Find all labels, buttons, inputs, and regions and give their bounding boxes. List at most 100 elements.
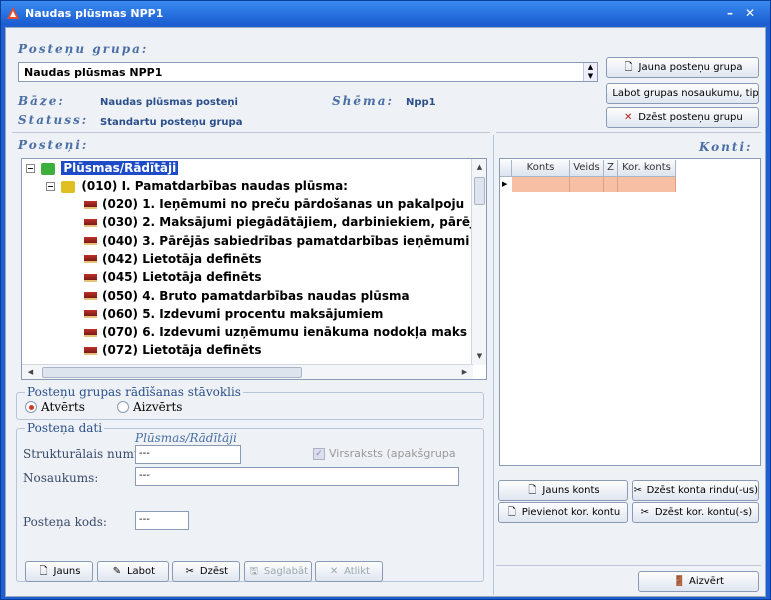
scroll-up-icon[interactable]: ▲ <box>473 161 486 174</box>
heading-checkbox[interactable]: ✓ Virsraksts (apakšgrupa <box>313 447 456 460</box>
status-label: Statuss: <box>18 113 89 127</box>
collapse-icon[interactable]: − <box>46 182 55 191</box>
code-field[interactable]: --- <box>135 511 189 530</box>
title-bar: Naudas plūsmas NPP1 – ✕ <box>1 1 770 25</box>
postings-tree[interactable]: − Plūsmas/Rādītāji − (010) I. Pamatdarbī… <box>21 158 487 380</box>
column-veids[interactable]: Veids <box>570 160 604 177</box>
new-account-button[interactable]: 🗋 Jauns konts <box>498 480 628 501</box>
schema-label: Shēma: <box>332 94 394 108</box>
save-disk-icon: 🖫 <box>249 565 259 577</box>
column-z[interactable]: Z <box>604 160 618 177</box>
tree-item-label: (060) 5. Izdevumi procentu maksājumiem <box>102 306 384 321</box>
scissors-icon: ✂ <box>633 484 642 496</box>
tree-item[interactable]: (040) 3. Pārējās sabiedrības pamatdarbīb… <box>84 232 469 250</box>
group-select-value: Naudas plūsmas NPP1 <box>24 66 163 79</box>
column-konts[interactable]: Konts <box>512 160 570 177</box>
tree-item[interactable]: (070) 6. Izdevumi uzņēmumu ienākuma nodo… <box>84 323 467 341</box>
edit-icon: ✎ <box>112 565 122 577</box>
scissors-icon: ✂ <box>185 565 195 577</box>
tree-item[interactable]: (020) 1. Ieņēmumi no preču pārdošanas un… <box>84 195 464 213</box>
delete-account-rows-label: Dzēst konta rindu(-us) <box>646 485 758 496</box>
tree-item[interactable]: (060) 5. Izdevumi procentu maksājumiem <box>84 305 383 323</box>
tree-item[interactable]: (030) 2. Maksājumi piegādātājiem, darbin… <box>84 213 474 231</box>
grid-cell[interactable] <box>618 177 676 192</box>
pencil-yellow-icon <box>61 180 76 193</box>
book-icon <box>84 237 97 246</box>
column-kor-konts[interactable]: Kor. konts <box>618 160 676 177</box>
scroll-left-icon[interactable]: ◀ <box>24 366 37 379</box>
delete-button[interactable]: ✂ Dzēst <box>172 561 240 582</box>
collapse-icon[interactable]: − <box>26 164 35 173</box>
delete-group-button[interactable]: ✕ Dzēst posteņu grupu <box>606 107 759 128</box>
close-button[interactable]: 🚪 Aizvērt <box>638 571 759 592</box>
display-state-title: Posteņu grupas rādīšanas stāvoklis <box>25 385 243 399</box>
schema-value: Npp1 <box>406 97 436 108</box>
tree-section[interactable]: − (010) I. Pamatdarbības naudas plūsma: <box>46 177 348 195</box>
save-button-label: Saglabāt <box>263 566 309 577</box>
delete-account-rows-button[interactable]: ✂ Dzēst konta rindu(-us) <box>632 480 759 501</box>
delete-group-label: Dzēst posteņu grupu <box>638 112 743 123</box>
tree-item[interactable]: (042) Lietotāja definēts <box>84 250 261 268</box>
edit-group-button[interactable]: ✎ Labot grupas nosaukumu, tipu <box>606 83 759 104</box>
book-icon <box>84 310 97 319</box>
cancel-button[interactable]: ✕ Atlikt <box>315 561 383 582</box>
tree-root[interactable]: − Plūsmas/Rādītāji <box>26 159 179 177</box>
radio-selected-icon <box>25 401 37 413</box>
book-icon <box>84 273 97 282</box>
tree-item-label: (020) 1. Ieņēmumi no preču pārdošanas un… <box>102 197 465 211</box>
tree-root-label: Plūsmas/Rādītāji <box>61 161 179 175</box>
cancel-x-icon: ✕ <box>329 565 339 577</box>
radio-closed[interactable]: Aizvērts <box>117 400 182 414</box>
scroll-thumb[interactable] <box>474 177 485 205</box>
edit-icon: ✎ <box>607 88 608 100</box>
tree-item-label: (045) Lietotāja definēts <box>102 270 262 285</box>
group-select[interactable]: Naudas plūsmas NPP1 ▲ ▼ <box>18 62 598 82</box>
edit-group-label: Labot grupas nosaukumu, tipu <box>612 88 759 99</box>
new-button[interactable]: 🗋 Jauns <box>25 561 93 582</box>
tree-item-label: (070) 6. Izdevumi uzņēmumu ienākuma nodo… <box>102 325 468 340</box>
delete-button-label: Dzēst <box>199 566 229 577</box>
tree-item-label: (030) 2. Maksājumi piegādātājiem, darbin… <box>102 215 475 230</box>
save-button[interactable]: 🖫 Saglabāt <box>244 561 312 582</box>
posting-path: Plūsmas/Rādītāji <box>135 431 237 445</box>
checkbox-checked-icon: ✓ <box>313 447 325 460</box>
app-logo-icon <box>7 7 19 19</box>
close-icon[interactable]: ✕ <box>742 5 758 21</box>
tree-horizontal-scrollbar[interactable]: ◀ ▶ <box>22 364 473 379</box>
window-title: Naudas plūsmas NPP1 <box>25 7 164 20</box>
edit-button[interactable]: ✎ Labot <box>97 561 169 582</box>
new-document-icon: 🗋 <box>624 61 633 73</box>
scroll-down-icon[interactable]: ▼ <box>473 350 486 363</box>
book-icon <box>84 292 97 300</box>
accounts-grid[interactable]: Konts Veids Z Kor. konts ▶ <box>499 158 761 466</box>
new-document-icon: 🗋 <box>507 506 516 518</box>
new-group-button[interactable]: 🗋 Jauna posteņu grupa <box>606 57 759 78</box>
radio-closed-label: Aizvērts <box>133 400 183 414</box>
tree-item[interactable]: (072) Lietotāja definēts <box>84 341 261 359</box>
scroll-right-icon[interactable]: ▶ <box>458 366 471 379</box>
heading-checkbox-label: Virsraksts (apakšgrupa <box>329 447 456 460</box>
tree-item-label: (040) 3. Pārējās sabiedrības pamatdarbīb… <box>102 233 470 248</box>
name-label: Nosaukums: <box>23 471 99 485</box>
delete-cor-account-button[interactable]: ✂ Dzēst kor. kontu(-s) <box>632 502 759 523</box>
add-cor-account-button[interactable]: 🗋 Pievienot kor. kontu <box>498 502 628 523</box>
grid-cell[interactable] <box>604 177 618 192</box>
radio-unselected-icon <box>117 401 129 413</box>
edit-button-label: Labot <box>126 566 156 577</box>
grid-cell[interactable] <box>512 177 570 192</box>
tree-section-label: (010) I. Pamatdarbības naudas plūsma: <box>81 179 348 193</box>
radio-opened[interactable]: Atvērts <box>25 400 85 414</box>
divider <box>496 132 761 133</box>
tree-vertical-scrollbar[interactable]: ▲ ▼ <box>471 159 486 365</box>
minimize-icon[interactable]: – <box>722 5 738 21</box>
scroll-thumb[interactable] <box>42 367 302 378</box>
tree-item[interactable]: (045) Lietotāja definēts <box>84 268 261 286</box>
struct-number-field[interactable]: --- <box>135 445 241 464</box>
tree-item[interactable]: (050) 4. Bruto pamatdarbības naudas plūs… <box>84 287 410 305</box>
grid-cell[interactable] <box>570 177 604 192</box>
row-pointer-icon: ▶ <box>502 180 508 188</box>
add-cor-account-label: Pievienot kor. kontu <box>521 507 621 518</box>
spinner-arrows-icon[interactable]: ▲ ▼ <box>583 63 597 81</box>
splitter[interactable] <box>493 135 494 595</box>
name-field[interactable]: --- <box>135 467 459 486</box>
